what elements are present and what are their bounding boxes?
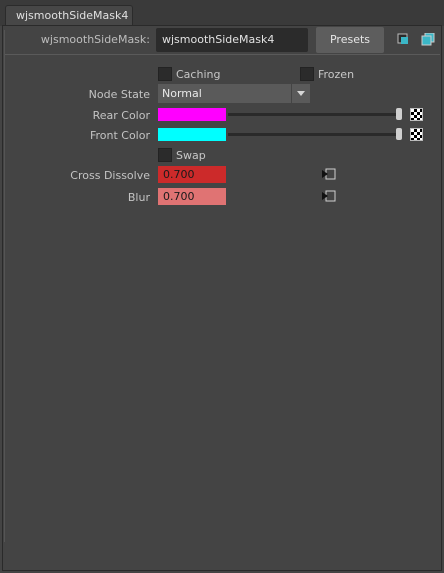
chevron-down-icon: [291, 84, 310, 103]
caching-checkbox[interactable]: [158, 67, 172, 81]
rear-color-slider[interactable]: [228, 113, 398, 116]
front-color-swatch[interactable]: [158, 128, 226, 141]
front-color-slider-handle[interactable]: [396, 128, 402, 140]
cross-dissolve-map-connect-icon[interactable]: [322, 168, 336, 180]
caching-label: Caching: [176, 68, 221, 81]
blur-map-connect-icon[interactable]: [322, 190, 336, 202]
frozen-label: Frozen: [318, 68, 355, 81]
node-name-field[interactable]: wjsmoothSideMask4: [156, 28, 308, 52]
frozen-checkbox[interactable]: [300, 67, 314, 81]
rear-color-checker-map-icon[interactable]: [410, 108, 423, 121]
cross-dissolve-label: Cross Dissolve: [70, 169, 150, 182]
node-state-dropdown[interactable]: Normal: [158, 84, 310, 103]
section-edge: [4, 30, 5, 542]
attribute-panel: [2, 25, 442, 571]
node-state-label: Node State: [88, 88, 150, 101]
swap-label: Swap: [176, 149, 206, 162]
swap-checkbox[interactable]: [158, 148, 172, 162]
front-color-slider[interactable]: [228, 133, 398, 136]
blur-label: Blur: [127, 191, 150, 204]
blur-field[interactable]: 0.700: [158, 188, 226, 205]
cross-dissolve-field[interactable]: 0.700: [158, 166, 226, 183]
presets-button[interactable]: Presets: [316, 27, 384, 53]
front-color-label: Front Color: [89, 129, 150, 142]
rear-color-swatch[interactable]: [158, 108, 226, 121]
tab-bar: wjsmoothSideMask4: [0, 0, 444, 26]
node-type-label: wjsmoothSideMask:: [40, 33, 150, 46]
rear-color-slider-handle[interactable]: [396, 108, 402, 120]
tab-node[interactable]: wjsmoothSideMask4: [5, 5, 133, 26]
front-color-checker-map-icon[interactable]: [410, 128, 423, 141]
rear-color-label: Rear Color: [92, 109, 150, 122]
copy-tab-icon[interactable]: [397, 33, 409, 45]
separator: [4, 54, 440, 55]
toggle-view-icon[interactable]: [421, 33, 435, 46]
node-state-value: Normal: [162, 87, 202, 100]
